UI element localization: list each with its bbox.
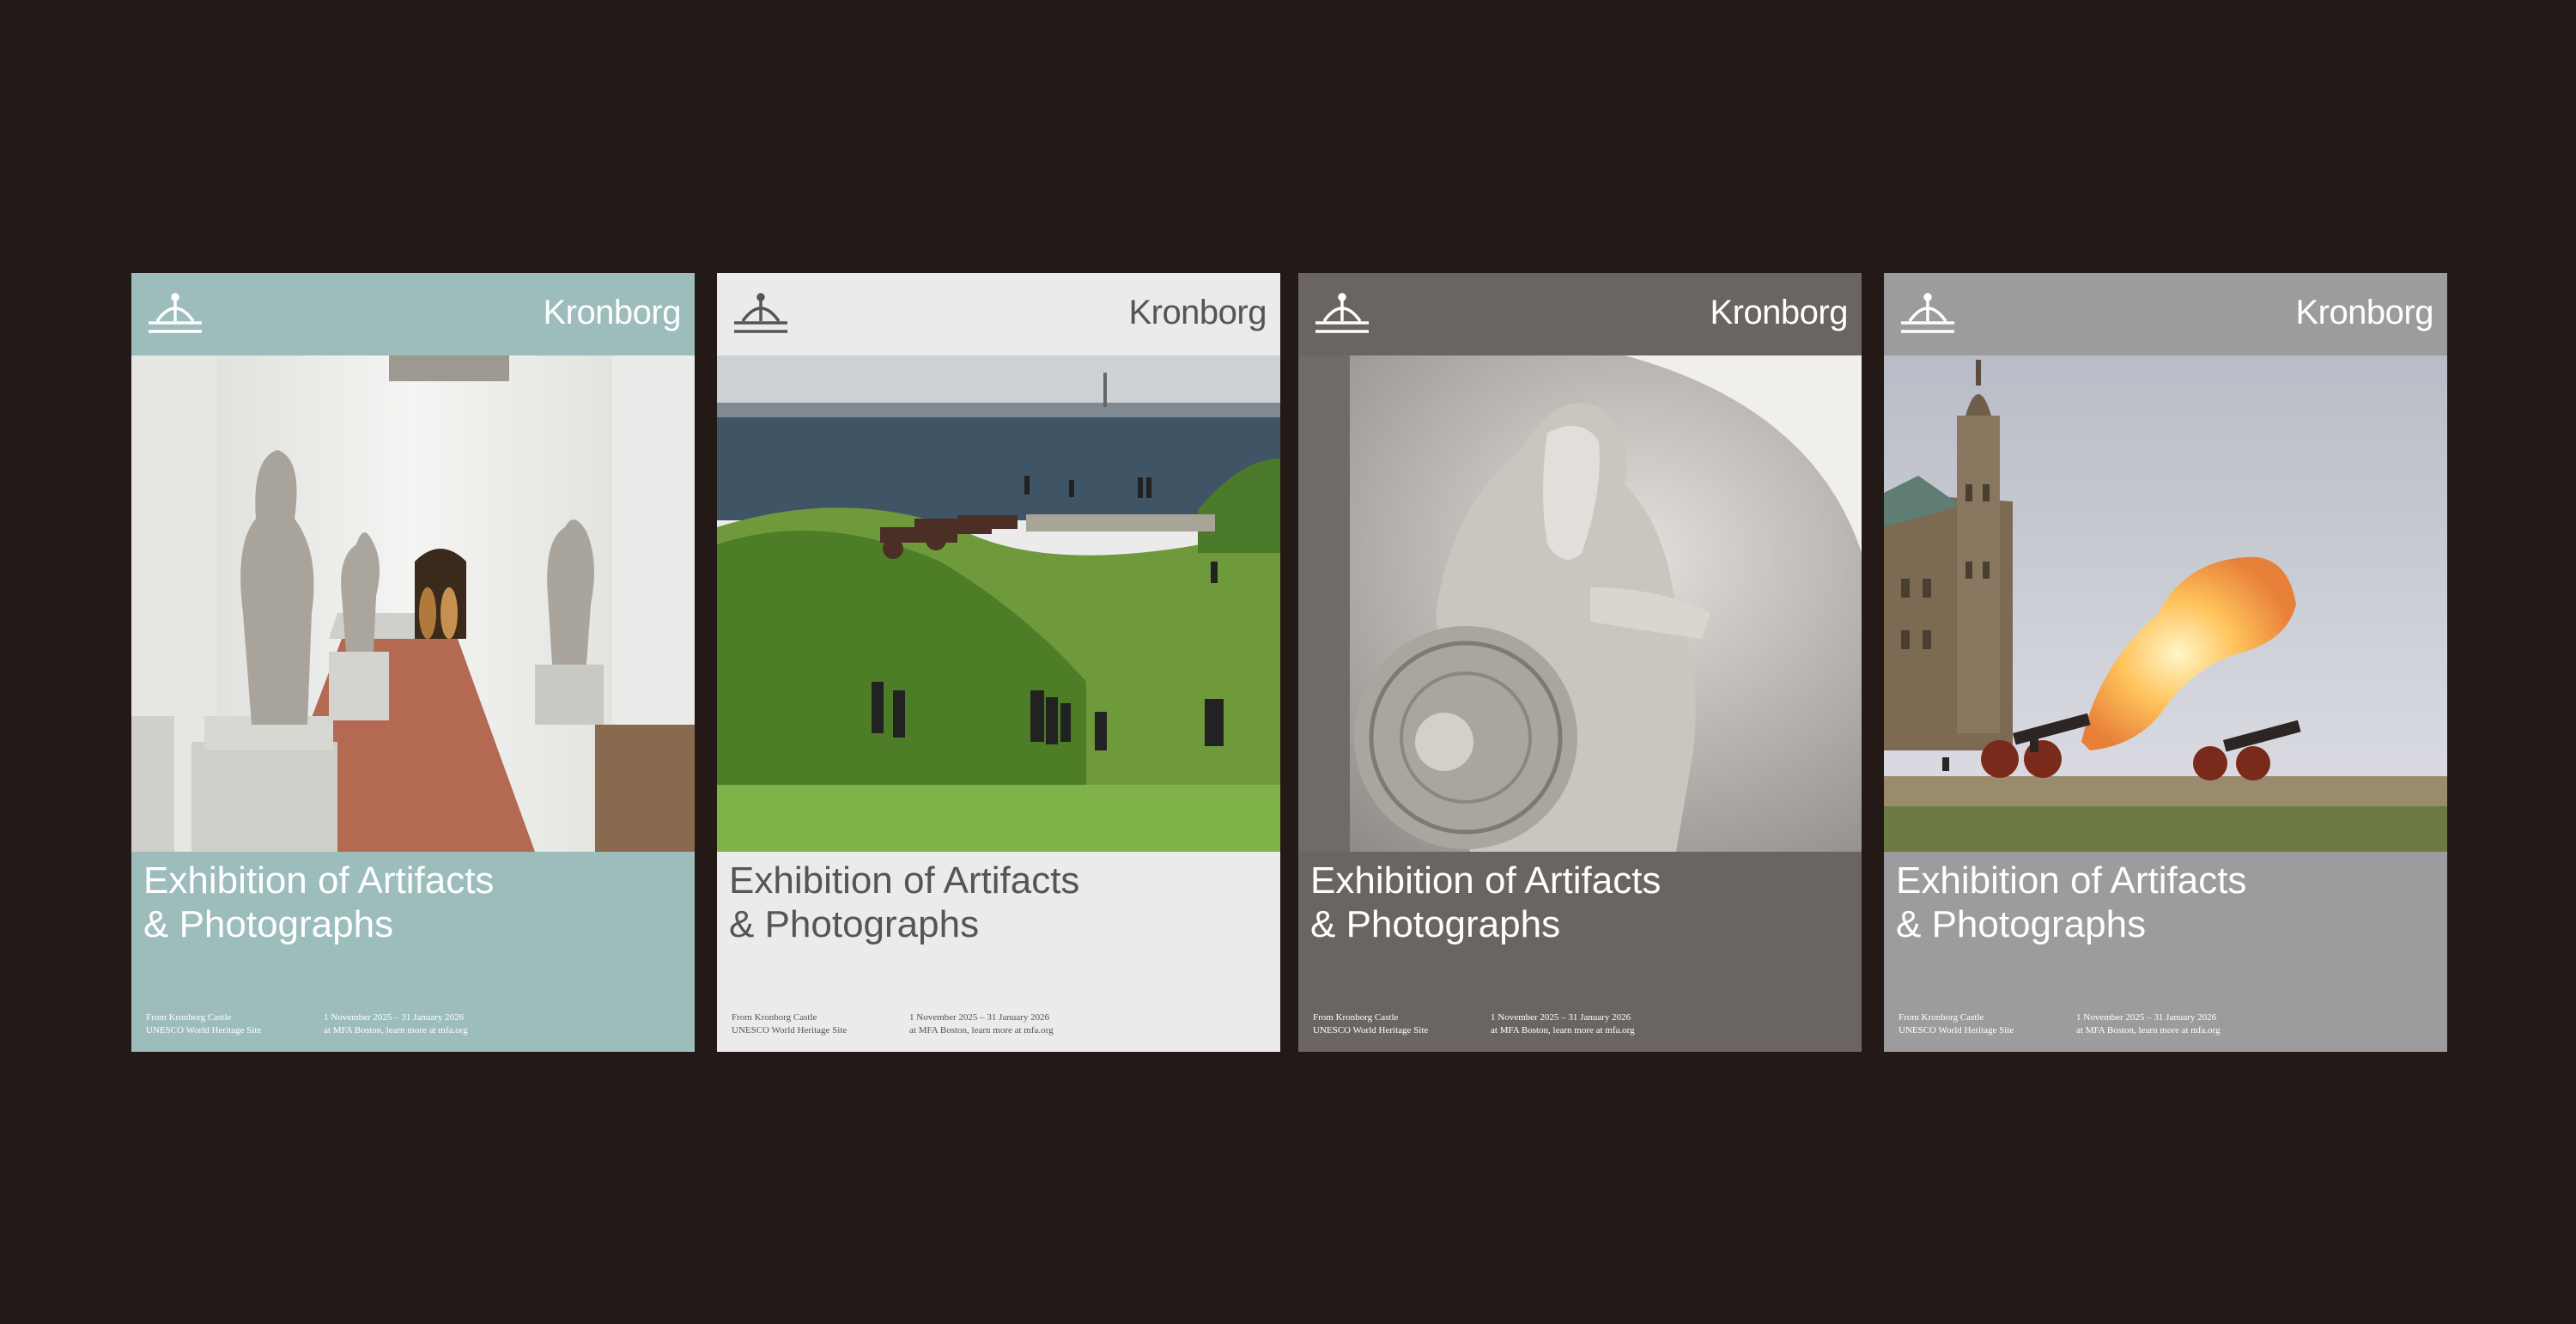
crown-icon	[149, 293, 202, 333]
title-line-1: Exhibition of Artifacts	[729, 859, 1080, 902]
crown-icon	[1901, 293, 1954, 333]
dates-line: 1 November 2025 – 31 January 2026	[2076, 1012, 2217, 1023]
photo-ramparts	[717, 355, 1280, 852]
crown-icon	[734, 293, 787, 333]
origin-info: From Kronborg Castle UNESCO World Herita…	[732, 1011, 903, 1037]
heritage-line: UNESCO World Heritage Site	[146, 1025, 262, 1036]
title-line-2: & Photographs	[1896, 903, 2147, 945]
brand-wordmark: Kronborg	[1128, 294, 1267, 331]
heritage-line: UNESCO World Heritage Site	[1899, 1025, 2014, 1036]
venue-line: at MFA Boston, learn more at mfa.org	[324, 1025, 468, 1036]
title-line-1: Exhibition of Artifacts	[1310, 859, 1662, 902]
poster-cannon-firing: Kronborg Exhibition of Artifacts & Photo…	[1884, 273, 2447, 1052]
venue-line: at MFA Boston, learn more at mfa.org	[2076, 1025, 2221, 1036]
photo-cannon-firing	[1884, 355, 2447, 852]
date-venue-info: 1 November 2025 – 31 January 2026 at MFA…	[324, 1011, 667, 1037]
exhibition-title: Exhibition of Artifacts & Photographs	[1310, 859, 1843, 946]
origin-info: From Kronborg Castle UNESCO World Herita…	[1313, 1011, 1485, 1037]
brand-wordmark: Kronborg	[2295, 294, 2433, 331]
photo-statue-gallery	[131, 355, 695, 852]
poster-holger-danske: Kronborg Exhibition of Artifacts & Photo…	[1298, 273, 1862, 1052]
poster-header: Kronborg	[717, 273, 1280, 355]
title-line-1: Exhibition of Artifacts	[143, 859, 495, 902]
poster-ramparts: Kronborg Exhibition of Artifacts & Photo…	[717, 273, 1280, 1052]
crown-icon	[1315, 293, 1369, 333]
exhibition-title: Exhibition of Artifacts & Photographs	[143, 859, 676, 946]
heritage-line: UNESCO World Heritage Site	[1313, 1025, 1429, 1036]
exhibition-title: Exhibition of Artifacts & Photographs	[729, 859, 1261, 946]
from-line: From Kronborg Castle	[146, 1012, 232, 1023]
origin-info: From Kronborg Castle UNESCO World Herita…	[1899, 1011, 2070, 1037]
venue-line: at MFA Boston, learn more at mfa.org	[1491, 1025, 1635, 1036]
photo-holger-danske	[1298, 355, 1862, 852]
dates-line: 1 November 2025 – 31 January 2026	[1491, 1012, 1631, 1023]
date-venue-info: 1 November 2025 – 31 January 2026 at MFA…	[909, 1011, 1253, 1037]
poster-header: Kronborg	[131, 273, 695, 355]
exhibition-title: Exhibition of Artifacts & Photographs	[1896, 859, 2428, 946]
title-line-1: Exhibition of Artifacts	[1896, 859, 2247, 902]
poster-statue-gallery: Kronborg Exhibition of Artifacts & Photo…	[131, 273, 695, 1052]
title-line-2: & Photographs	[729, 903, 980, 945]
from-line: From Kronborg Castle	[732, 1012, 817, 1023]
origin-info: From Kronborg Castle UNESCO World Herita…	[146, 1011, 318, 1037]
poster-header: Kronborg	[1298, 273, 1862, 355]
title-line-2: & Photographs	[1310, 903, 1561, 945]
title-line-2: & Photographs	[143, 903, 394, 945]
date-venue-info: 1 November 2025 – 31 January 2026 at MFA…	[1491, 1011, 1834, 1037]
from-line: From Kronborg Castle	[1899, 1012, 1984, 1023]
dates-line: 1 November 2025 – 31 January 2026	[324, 1012, 465, 1023]
dates-line: 1 November 2025 – 31 January 2026	[909, 1012, 1050, 1023]
heritage-line: UNESCO World Heritage Site	[732, 1025, 848, 1036]
brand-wordmark: Kronborg	[1710, 294, 1848, 331]
venue-line: at MFA Boston, learn more at mfa.org	[909, 1025, 1054, 1036]
poster-header: Kronborg	[1884, 273, 2447, 355]
date-venue-info: 1 November 2025 – 31 January 2026 at MFA…	[2076, 1011, 2420, 1037]
brand-wordmark: Kronborg	[543, 294, 681, 331]
from-line: From Kronborg Castle	[1313, 1012, 1399, 1023]
